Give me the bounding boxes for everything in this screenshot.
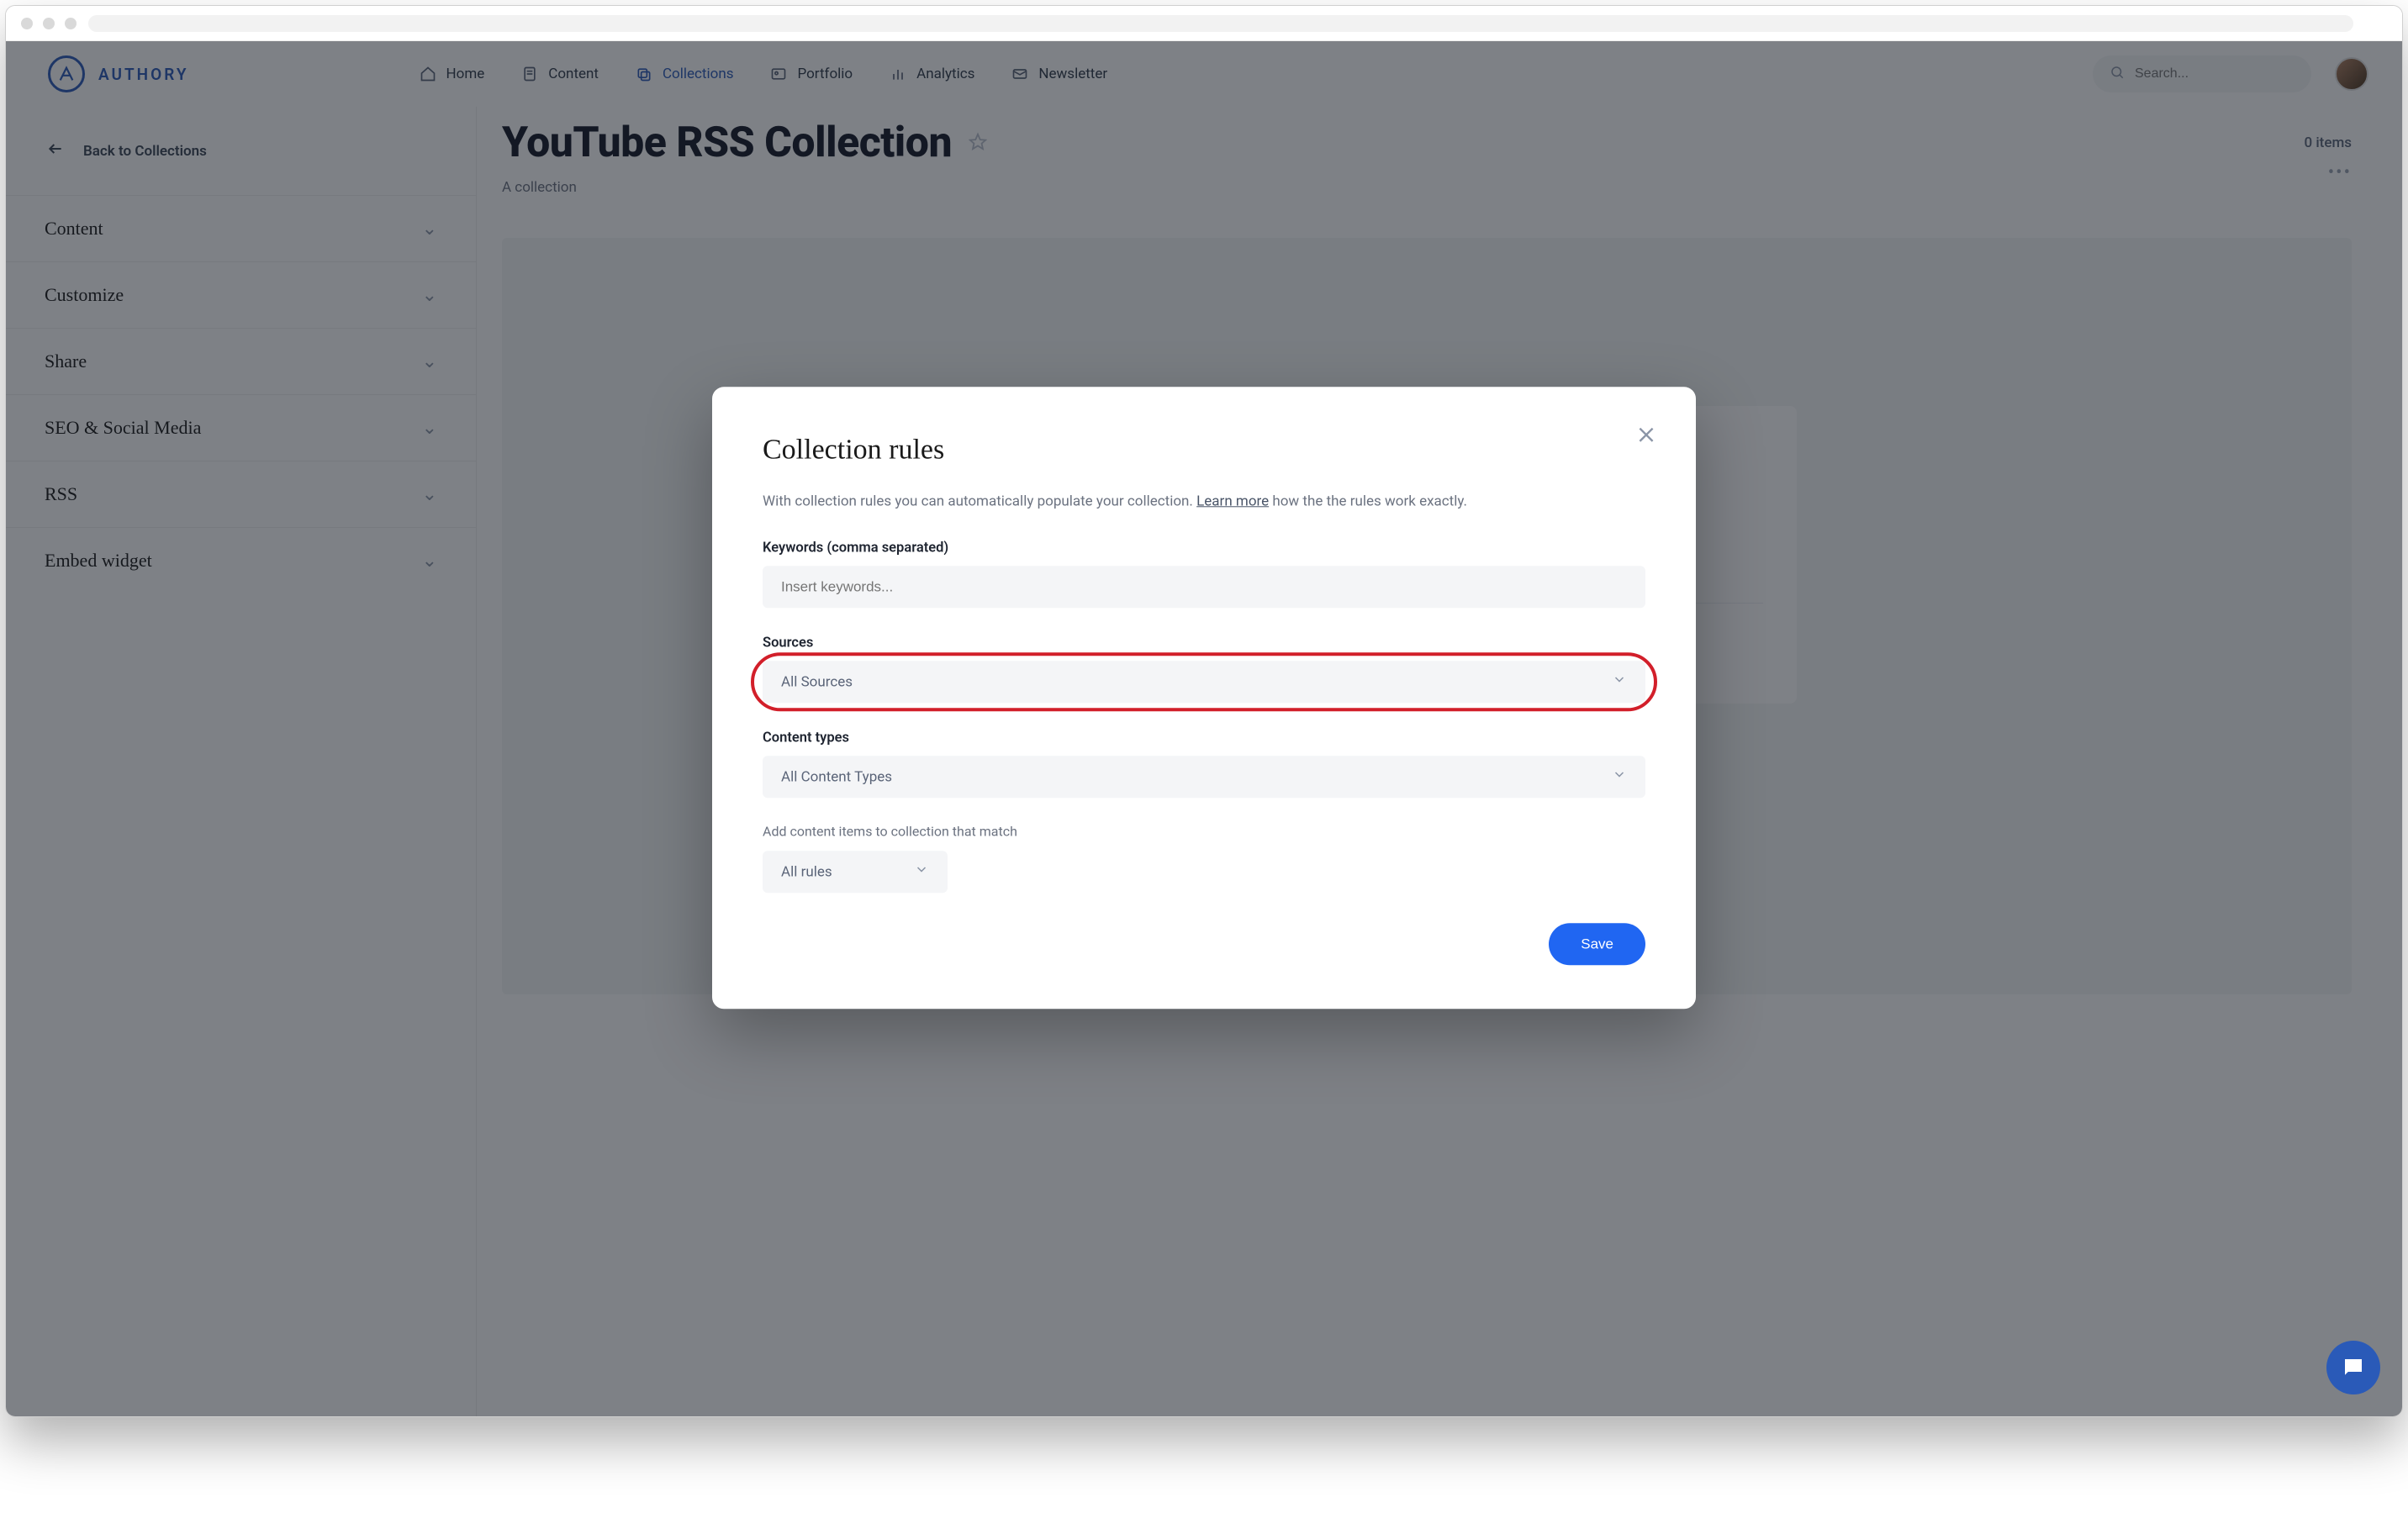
- keywords-label: Keywords (comma separated): [763, 540, 1645, 556]
- window-min-dot[interactable]: [43, 18, 55, 29]
- chevron-down-icon: [1612, 672, 1627, 691]
- address-bar[interactable]: [88, 15, 2353, 32]
- modal-description: With collection rules you can automatica…: [763, 491, 1645, 513]
- sources-select[interactable]: All Sources: [763, 661, 1645, 703]
- window-controls: [21, 18, 77, 29]
- modal-title: Collection rules: [763, 434, 1645, 466]
- chevron-down-icon: [1612, 767, 1627, 786]
- sources-label: Sources: [763, 635, 1645, 651]
- collection-rules-modal: Collection rules With collection rules y…: [712, 387, 1696, 1009]
- window-close-dot[interactable]: [21, 18, 33, 29]
- browser-titlebar: [6, 6, 2402, 41]
- learn-more-link[interactable]: Learn more: [1196, 493, 1269, 509]
- match-value: All rules: [781, 863, 832, 880]
- match-select[interactable]: All rules: [763, 851, 948, 893]
- window-max-dot[interactable]: [65, 18, 77, 29]
- save-button[interactable]: Save: [1549, 923, 1645, 965]
- chat-fab[interactable]: [2326, 1341, 2380, 1394]
- sources-value: All Sources: [781, 673, 853, 690]
- match-label: Add content items to collection that mat…: [763, 823, 1645, 839]
- keywords-input[interactable]: [763, 566, 1645, 608]
- content-types-select[interactable]: All Content Types: [763, 756, 1645, 798]
- chevron-down-icon: [914, 862, 929, 881]
- types-value: All Content Types: [781, 768, 892, 785]
- types-label: Content types: [763, 730, 1645, 746]
- close-icon[interactable]: [1635, 424, 1659, 447]
